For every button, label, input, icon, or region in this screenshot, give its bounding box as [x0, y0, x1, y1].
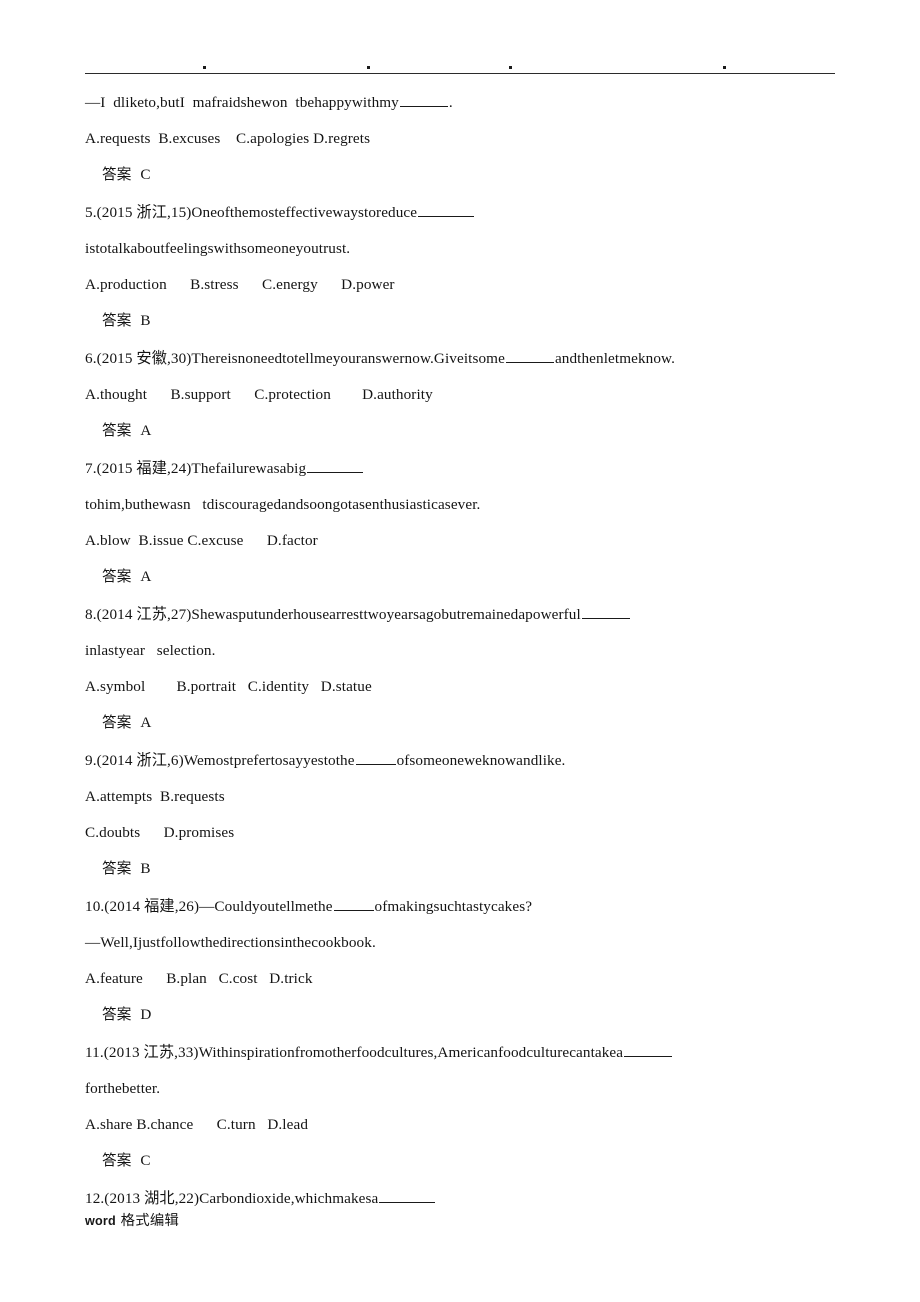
answer-value: A — [140, 567, 152, 585]
stem-text-after-blank: . — [448, 93, 453, 111]
header-dot-1 — [203, 66, 206, 69]
option-row: A.share B.chance C.turn D.lead — [85, 1115, 309, 1133]
option-row: A.thought B.support C.protection D.autho… — [85, 385, 433, 403]
header-dot-2 — [367, 66, 370, 69]
footer-word-label: word — [85, 1214, 116, 1228]
answer-row: 答案 D — [85, 1006, 845, 1024]
answer-blank — [379, 1188, 436, 1203]
option-row: A.feature B.plan C.cost D.trick — [85, 969, 313, 987]
answer-value: B — [140, 859, 151, 877]
document-page: —I dliketo,butI mafraidshewon tbehappywi… — [0, 0, 920, 1302]
stem-text: 9.(2014 浙江,6)Wemostprefertosayyestothe — [85, 751, 355, 769]
answer-label: 答案 — [102, 713, 132, 731]
stem-text: 7.(2015 福建,24)Thefailurewasabig — [85, 459, 307, 477]
footer-cn-label: 格式编辑 — [115, 1213, 180, 1229]
question-stem-line: forthebetter. — [85, 1080, 845, 1098]
question-stem-line: 9.(2014 浙江,6)Wemostprefertosayyestothe of… — [85, 750, 845, 770]
stem-text-after-blank: ofmakingsuchtastycakes? — [374, 897, 533, 915]
answer-blank — [505, 348, 554, 363]
document-body: —I dliketo,butI mafraidshewon tbehappywi… — [85, 92, 845, 1226]
answer-value: A — [140, 421, 152, 439]
question-stem-line: —Well,Ijustfollowthedirectionsinthecookb… — [85, 934, 845, 952]
answer-label: 答案 — [102, 1005, 132, 1023]
header-dots — [85, 58, 835, 72]
option-row: A.symbol B.portrait C.identity D.statue — [85, 677, 372, 695]
answer-blank — [581, 604, 630, 619]
stem-text: 10.(2014 福建,26)—Couldyoutellmethe — [85, 897, 333, 915]
option-row: A.requests B.excuses C.apologies D.regre… — [85, 129, 371, 147]
answer-blank — [418, 202, 475, 217]
header-horizontal-rule — [85, 73, 835, 74]
page-header-rule-zone — [85, 58, 835, 80]
answer-value: B — [140, 311, 151, 329]
stem-text: 11.(2013 江苏,33)Withinspirationfromotherf… — [85, 1043, 624, 1061]
answer-row: 答案 A — [85, 568, 845, 586]
answer-row: 答案 C — [85, 166, 845, 184]
answer-label: 答案 — [102, 311, 132, 329]
question-stem-line: tohim,buthewasn tdiscouragedandsoongotas… — [85, 496, 845, 514]
question-stem-line: 7.(2015 福建,24)Thefailurewasabig — [85, 458, 845, 478]
answer-value: C — [140, 165, 151, 183]
stem-text: 5.(2015 浙江,15)Oneofthemosteffectivewayst… — [85, 203, 418, 221]
question-stem-line: 12.(2013 湖北,22)Carbondioxide,whichmakesa — [85, 1188, 845, 1208]
option-row: A.attempts B.requests — [85, 787, 225, 805]
answer-value: C — [140, 1151, 151, 1169]
stem-text: forthebetter. — [85, 1079, 161, 1097]
question-stem-line: 10.(2014 福建,26)—Couldyoutellmethe ofmakin… — [85, 896, 845, 916]
question-stem-line: —I dliketo,butI mafraidshewon tbehappywi… — [85, 92, 845, 112]
option-row: A.blow B.issue C.excuse D.factor — [85, 531, 318, 549]
answer-label: 答案 — [102, 421, 132, 439]
answer-label: 答案 — [102, 859, 132, 877]
option-row: C.doubts D.promises — [85, 823, 235, 841]
answer-blank — [307, 458, 364, 473]
answer-blank — [355, 750, 396, 765]
answer-row: 答案 B — [85, 312, 845, 330]
answer-label: 答案 — [102, 567, 132, 585]
stem-text-after-blank: ofsomeoneweknowandlike. — [396, 751, 566, 769]
stem-text: tohim,buthewasn tdiscouragedandsoongotas… — [85, 495, 481, 513]
footer-note: word 格式编辑 — [85, 1209, 179, 1230]
header-dot-4 — [723, 66, 726, 69]
stem-text-after-blank: andthenletmeknow. — [554, 349, 676, 367]
answer-blank — [333, 896, 374, 911]
question-stem-line: 6.(2015 安徽,30)Thereisnoneedtotellmeyoura… — [85, 348, 845, 368]
answer-row: 答案 B — [85, 860, 845, 878]
option-row: A.production B.stress C.energy D.power — [85, 275, 395, 293]
question-stem-line: 5.(2015 浙江,15)Oneofthemosteffectivewayst… — [85, 202, 845, 222]
answer-value: A — [140, 713, 152, 731]
stem-text: —I dliketo,butI mafraidshewon tbehappywi… — [85, 93, 399, 111]
answer-blank — [399, 92, 448, 107]
answer-blank — [624, 1042, 673, 1057]
question-stem-line: inlastyear selection. — [85, 642, 845, 660]
answer-label: 答案 — [102, 165, 132, 183]
stem-text: inlastyear selection. — [85, 641, 216, 659]
answer-row: 答案 C — [85, 1152, 845, 1170]
answer-row: 答案 A — [85, 714, 845, 732]
stem-text: 12.(2013 湖北,22)Carbondioxide,whichmakesa — [85, 1189, 379, 1207]
stem-text: —Well,Ijustfollowthedirectionsinthecookb… — [85, 933, 376, 951]
stem-text: istotalkaboutfeelingswithsomeoneyoutrust… — [85, 239, 351, 257]
question-stem-line: 8.(2014 江苏,27)Shewasputunderhousearrestt… — [85, 604, 845, 624]
answer-row: 答案 A — [85, 422, 845, 440]
answer-label: 答案 — [102, 1151, 132, 1169]
question-stem-line: 11.(2013 江苏,33)Withinspirationfromotherf… — [85, 1042, 845, 1062]
header-dot-3 — [509, 66, 512, 69]
question-stem-line: istotalkaboutfeelingswithsomeoneyoutrust… — [85, 240, 845, 258]
stem-text: 8.(2014 江苏,27)Shewasputunderhousearrestt… — [85, 605, 581, 623]
answer-value: D — [140, 1005, 152, 1023]
stem-text: 6.(2015 安徽,30)Thereisnoneedtotellmeyoura… — [85, 349, 505, 367]
